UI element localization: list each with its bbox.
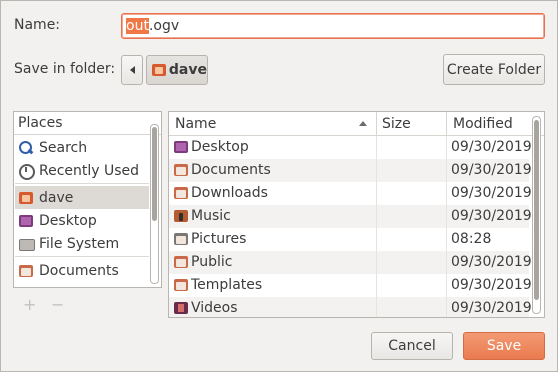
file-list: Name Size Modified Desktop 09/30/2019 Do… (168, 111, 545, 318)
file-list-header: Name Size Modified (169, 112, 544, 136)
path-back-button[interactable] (121, 55, 143, 85)
file-modified: 09/30/2019 (451, 254, 532, 270)
home-folder-icon (18, 190, 34, 206)
remove-bookmark-button[interactable]: − (51, 295, 64, 314)
filename-rest-text: .ogv (148, 18, 180, 34)
file-row[interactable]: Downloads 09/30/2019 (169, 182, 532, 205)
folder-icon (173, 277, 189, 293)
filename-input[interactable]: out.ogv (121, 13, 545, 39)
music-folder-icon (173, 208, 189, 224)
chevron-left-icon (129, 66, 135, 74)
places-item-label: Documents (39, 262, 119, 279)
file-modified: 09/30/2019 (451, 208, 532, 224)
column-modified-header[interactable]: Modified (453, 116, 513, 132)
file-row[interactable]: Templates 09/30/2019 (169, 274, 532, 297)
places-item-label: Recently Used (39, 162, 140, 179)
folder-icon (173, 185, 189, 201)
file-name: Desktop (191, 139, 249, 155)
name-label: Name: (14, 17, 61, 33)
filename-selected-text: out (126, 18, 149, 34)
places-item-documents[interactable]: Documents (15, 259, 149, 282)
save-button[interactable]: Save (463, 332, 545, 360)
places-item-search[interactable]: Search (15, 136, 149, 159)
file-modified: 09/30/2019 (451, 300, 532, 316)
file-name: Templates (191, 277, 263, 293)
places-item-label: Search (39, 139, 88, 156)
places-separator (15, 183, 149, 184)
file-name: Downloads (191, 185, 268, 201)
file-modified: 09/30/2019 (451, 277, 532, 293)
file-row[interactable]: Public 09/30/2019 (169, 251, 532, 274)
places-item-file-system[interactable]: File System (15, 232, 149, 255)
file-row[interactable]: Music 09/30/2019 (169, 205, 532, 228)
places-item-dave[interactable]: dave (15, 186, 149, 209)
desktop-folder-icon (173, 139, 189, 155)
file-name: Documents (191, 162, 271, 178)
create-folder-button[interactable]: Create Folder (443, 54, 545, 85)
file-name: Pictures (191, 231, 247, 247)
column-size-header[interactable]: Size (382, 116, 411, 132)
file-name: Public (191, 254, 233, 270)
file-list-scrollbar[interactable] (532, 116, 541, 314)
file-modified: 09/30/2019 (451, 162, 532, 178)
file-name: Music (191, 208, 231, 224)
drive-icon (18, 236, 35, 252)
add-bookmark-button[interactable]: + (23, 295, 36, 314)
clock-icon (18, 163, 35, 180)
desktop-folder-icon (18, 213, 34, 229)
places-item-label: Desktop (39, 212, 97, 229)
places-item-label: dave (39, 189, 74, 206)
folder-icon (173, 254, 189, 270)
videos-folder-icon (173, 300, 189, 316)
file-list-scrollbar-thumb[interactable] (534, 120, 539, 300)
folder-icon (173, 162, 189, 178)
places-item-label: File System (39, 235, 120, 252)
column-name-header[interactable]: Name (175, 116, 216, 132)
places-header: Places (14, 112, 161, 135)
folder-icon (18, 263, 34, 279)
places-separator (15, 256, 149, 257)
file-name: Videos (191, 300, 238, 316)
places-scrollbar[interactable] (150, 124, 159, 284)
file-row[interactable]: Desktop 09/30/2019 (169, 136, 532, 159)
search-icon (18, 140, 34, 156)
file-row[interactable]: Pictures 08:28 (169, 228, 529, 251)
home-folder-icon (151, 62, 166, 78)
file-modified: 08:28 (451, 231, 492, 247)
path-bar-dave-button[interactable]: dave (146, 55, 208, 85)
file-row[interactable]: Documents 09/30/2019 (169, 159, 532, 182)
places-sidebar: Places Search Recently Used dave Desktop… (13, 111, 162, 288)
save-in-folder-label: Save in folder: (14, 61, 116, 77)
places-item-recently-used[interactable]: Recently Used (15, 159, 149, 182)
sort-ascending-icon (359, 121, 367, 126)
file-row[interactable]: Videos 09/30/2019 (169, 297, 532, 317)
file-modified: 09/30/2019 (451, 139, 532, 155)
places-scrollbar-thumb[interactable] (152, 127, 157, 221)
file-modified: 09/30/2019 (451, 185, 532, 201)
pictures-folder-icon (173, 231, 189, 247)
cancel-button[interactable]: Cancel (371, 332, 453, 360)
places-item-desktop[interactable]: Desktop (15, 209, 149, 232)
path-bar-dave-label: dave (168, 62, 207, 78)
